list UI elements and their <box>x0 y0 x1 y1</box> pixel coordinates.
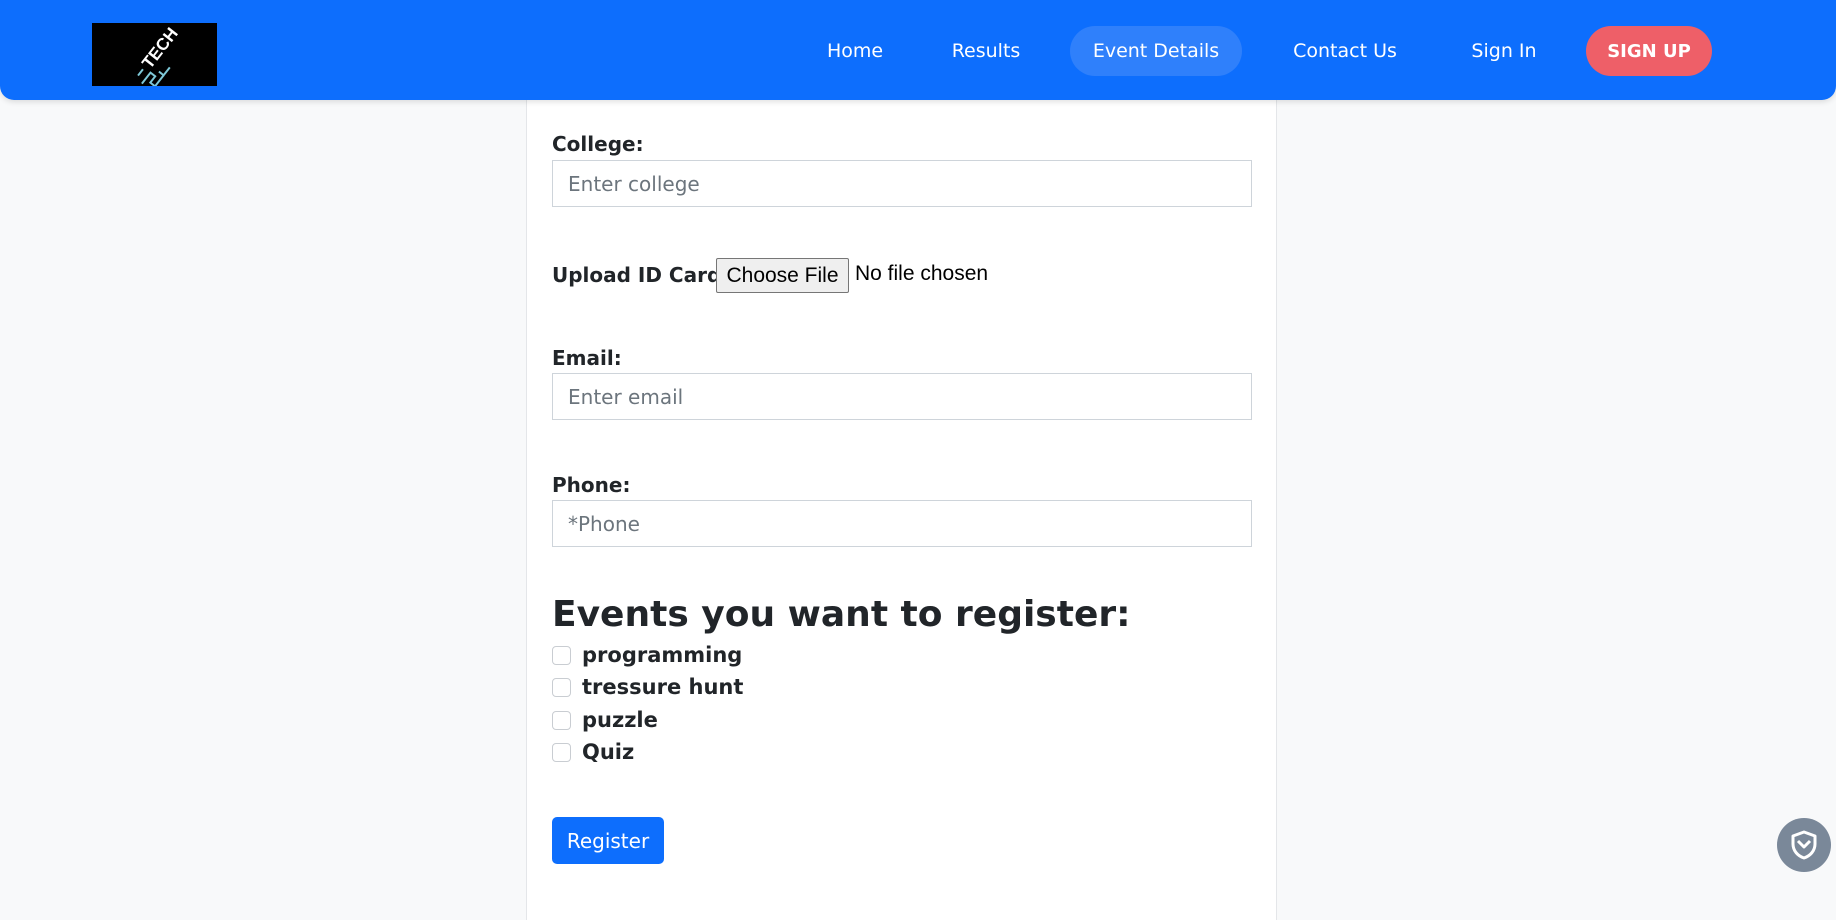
event-option-treasure-hunt[interactable]: tressure hunt <box>552 673 743 701</box>
logo-text: TECH <box>138 24 181 72</box>
treasure-hunt-label: tressure hunt <box>582 675 744 699</box>
event-option-puzzle[interactable]: puzzle <box>552 706 658 734</box>
nav-event-details[interactable]: Event Details <box>1070 26 1242 76</box>
quiz-label: Quiz <box>582 740 635 764</box>
college-label: College: <box>552 132 644 156</box>
email-input[interactable] <box>552 373 1252 420</box>
choose-file-button[interactable]: Choose File <box>716 258 849 293</box>
phone-label: Phone: <box>552 473 631 497</box>
security-widget-button[interactable] <box>1777 818 1831 872</box>
college-input[interactable] <box>552 160 1252 207</box>
register-button[interactable]: Register <box>552 817 664 864</box>
site-logo[interactable]: TECH <box>92 23 217 86</box>
event-option-programming[interactable]: programming <box>552 641 742 669</box>
email-label: Email: <box>552 346 622 370</box>
puzzle-label: puzzle <box>582 708 658 732</box>
programming-label: programming <box>582 643 743 667</box>
top-navbar: TECH Home Results Event Details Contact … <box>0 0 1836 100</box>
nav-contact-us[interactable]: Contact Us <box>1272 26 1418 76</box>
phone-input[interactable] <box>552 500 1252 547</box>
puzzle-checkbox[interactable] <box>552 710 571 730</box>
nav-home[interactable]: Home <box>805 26 905 76</box>
events-heading: Events you want to register: <box>552 594 1131 635</box>
file-status-text: No file chosen <box>855 262 989 285</box>
logo-graphic: TECH <box>137 24 182 86</box>
sign-up-button[interactable]: SIGN UP <box>1586 26 1712 76</box>
quiz-checkbox[interactable] <box>552 742 571 762</box>
nav-sign-in[interactable]: Sign In <box>1458 26 1550 76</box>
programming-checkbox[interactable] <box>552 645 571 665</box>
treasure-hunt-checkbox[interactable] <box>552 677 571 697</box>
event-option-quiz[interactable]: Quiz <box>552 738 634 766</box>
nav-results[interactable]: Results <box>930 26 1042 76</box>
shield-icon <box>1791 830 1817 860</box>
id-card-label: Upload ID Card: <box>552 263 730 287</box>
